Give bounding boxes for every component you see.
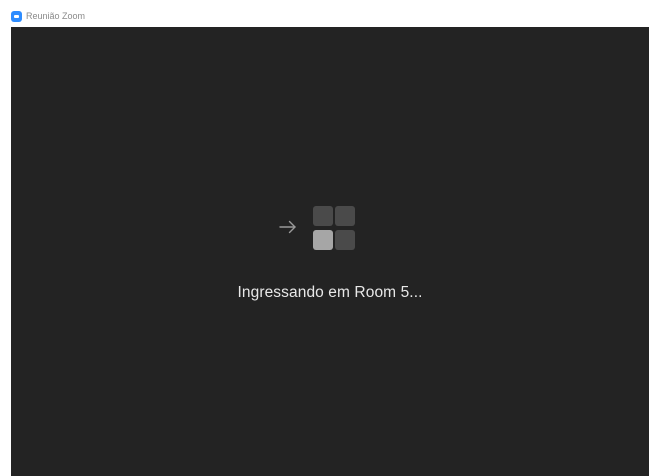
arrow-right-icon <box>279 220 296 234</box>
grid-tile <box>335 206 355 226</box>
window-title: Reunião Zoom <box>26 11 86 21</box>
grid-tile-active <box>313 230 333 250</box>
title-bar[interactable]: Reunião Zoom <box>0 0 649 27</box>
room-grid-icon <box>313 206 356 251</box>
joining-room-message: Ingressando em Room 5... <box>237 284 423 301</box>
zoom-camera-icon <box>11 11 22 22</box>
grid-tile <box>335 230 355 250</box>
grid-tile <box>313 206 333 226</box>
meeting-content-area: Ingressando em Room 5... <box>11 27 649 476</box>
zoom-meeting-window: Reunião Zoom Ingressando em Room 5... <box>0 0 649 476</box>
